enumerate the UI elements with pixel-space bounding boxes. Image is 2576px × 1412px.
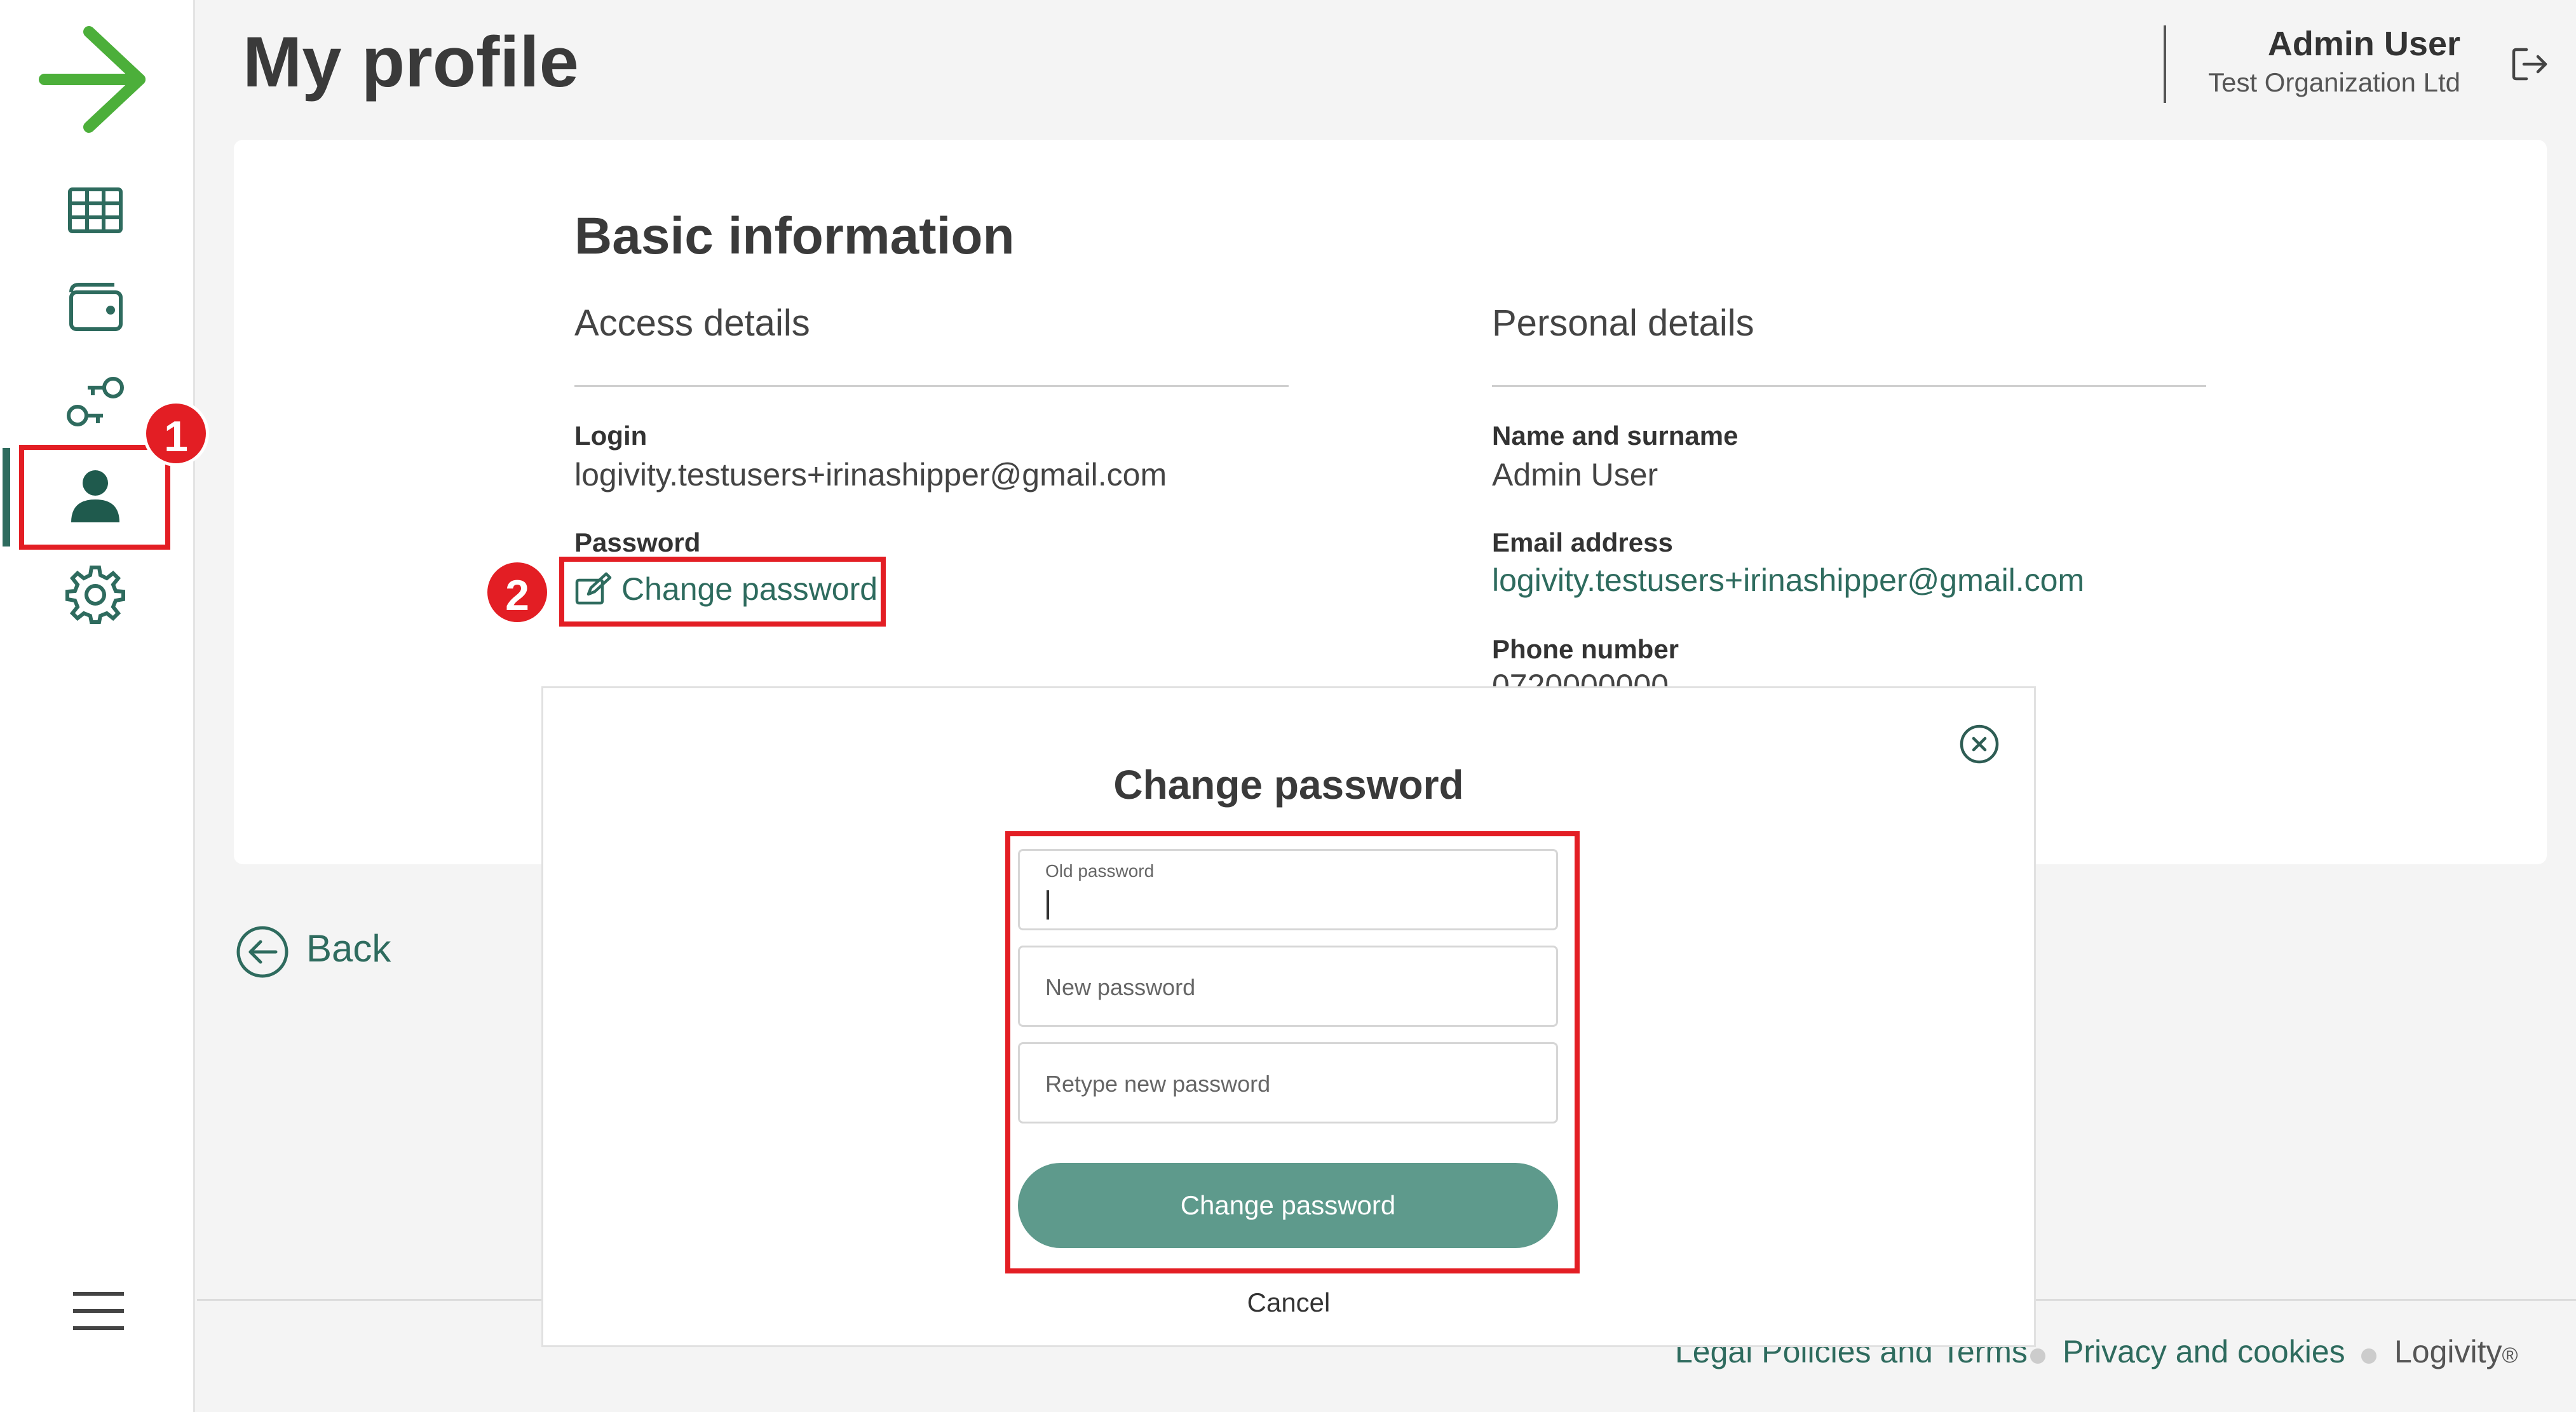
- basic-info-heading: Basic information: [574, 207, 1015, 265]
- close-icon[interactable]: [1958, 723, 2000, 765]
- old-password-label: Old password: [1045, 861, 1155, 881]
- user-name: Admin User: [2267, 25, 2460, 63]
- logout-icon[interactable]: [2510, 44, 2549, 84]
- annotation-badge-1: 1: [143, 400, 209, 466]
- keys-icon[interactable]: [64, 370, 127, 433]
- back-arrow-icon[interactable]: [235, 925, 290, 979]
- annotation-box-profile: [19, 445, 170, 550]
- footer-separator: [2030, 1348, 2045, 1364]
- password-label: Password: [574, 527, 701, 557]
- footer-brand-name: Logivity: [2394, 1334, 2502, 1369]
- old-password-field[interactable]: Old password: [1018, 849, 1558, 930]
- login-label: Login: [574, 421, 647, 451]
- header-divider: [2164, 25, 2166, 103]
- email-value[interactable]: logivity.testusers+irinashipper@gmail.co…: [1492, 562, 2084, 599]
- annotation-badge-2: 2: [484, 559, 550, 625]
- hamburger-icon[interactable]: [70, 1289, 127, 1333]
- active-indicator: [3, 448, 10, 546]
- personal-details-divider: [1492, 385, 2206, 387]
- back-link[interactable]: Back: [306, 927, 391, 970]
- retype-password-placeholder: Retype new password: [1045, 1071, 1271, 1097]
- text-caret: [1047, 890, 1049, 920]
- access-details-title: Access details: [574, 302, 810, 344]
- name-label: Name and surname: [1492, 421, 1739, 451]
- user-organization: Test Organization Ltd: [2208, 67, 2460, 97]
- footer-brand-mark: ®: [2502, 1343, 2518, 1368]
- retype-password-field[interactable]: Retype new password: [1018, 1042, 1558, 1123]
- footer-brand: Logivity®: [2394, 1333, 2518, 1370]
- login-value: logivity.testusers+irinashipper@gmail.co…: [574, 457, 1167, 492]
- change-password-button[interactable]: Change password: [1018, 1163, 1558, 1248]
- modal-title: Change password: [1113, 762, 1464, 808]
- email-label: Email address: [1492, 527, 1673, 557]
- grid-icon[interactable]: [64, 179, 127, 243]
- phone-label: Phone number: [1492, 634, 1679, 664]
- gear-icon[interactable]: [64, 562, 127, 626]
- annotation-box-change-password: [559, 557, 886, 627]
- footer-separator: [2361, 1348, 2376, 1364]
- footer-privacy-link[interactable]: Privacy and cookies: [2063, 1333, 2345, 1370]
- wallet-icon[interactable]: [64, 275, 127, 338]
- cancel-button[interactable]: Cancel: [541, 1287, 2036, 1318]
- sidebar: [0, 0, 195, 1412]
- page-title: My profile: [243, 22, 579, 102]
- access-details-divider: [574, 385, 1289, 387]
- name-value: Admin User: [1492, 457, 1658, 492]
- new-password-placeholder: New password: [1045, 974, 1196, 1000]
- personal-details-title: Personal details: [1492, 302, 1754, 344]
- logo-arrow-icon[interactable]: [38, 25, 153, 133]
- new-password-field[interactable]: New password: [1018, 946, 1558, 1027]
